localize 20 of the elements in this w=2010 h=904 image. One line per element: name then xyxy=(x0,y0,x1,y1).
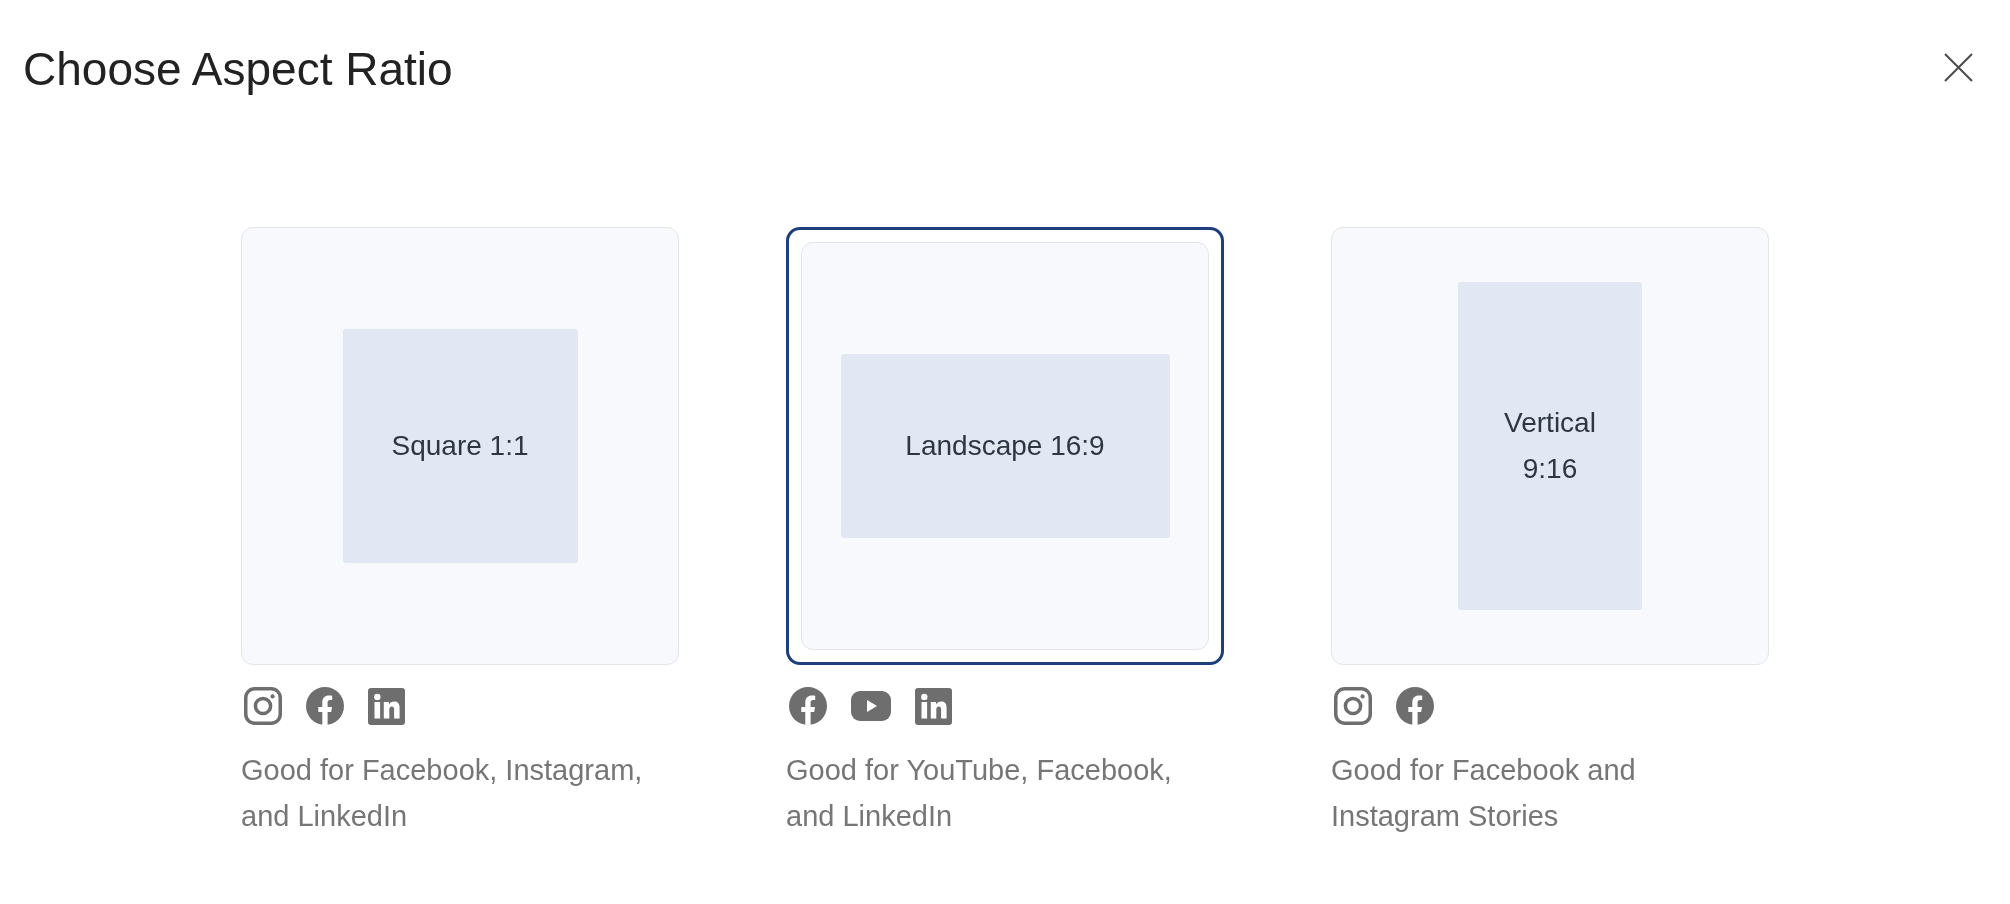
facebook-icon xyxy=(789,687,827,725)
close-icon xyxy=(1944,53,1973,82)
close-button[interactable] xyxy=(1944,53,1973,82)
option-description: Good for Facebook and Instagram Stories xyxy=(1331,753,1637,834)
ratio-label: Vertical 9:16 xyxy=(1503,406,1597,486)
linkedin-icon xyxy=(915,687,952,725)
option-description: Good for YouTube, Facebook, and LinkedIn xyxy=(786,753,1173,834)
ratio-label: Landscape 16:9 xyxy=(905,429,1105,463)
facebook-icon xyxy=(1396,687,1434,725)
facebook-icon xyxy=(306,687,344,725)
option-description: Good for Facebook, Instagram, and LinkedIn xyxy=(241,753,644,834)
dialog-title: Choose Aspect Ratio xyxy=(23,43,453,95)
aspect-ratio-option[interactable]: Square 1:1 xyxy=(241,227,679,665)
linkedin-icon xyxy=(368,687,405,725)
aspect-ratio-option[interactable]: Landscape 16:9 xyxy=(786,227,1224,665)
instagram-icon xyxy=(244,687,282,725)
youtube-icon xyxy=(851,691,891,721)
instagram-icon xyxy=(1334,687,1372,725)
ratio-label: Square 1:1 xyxy=(391,429,529,463)
aspect-ratio-option[interactable]: Vertical 9:16 xyxy=(1331,227,1769,665)
